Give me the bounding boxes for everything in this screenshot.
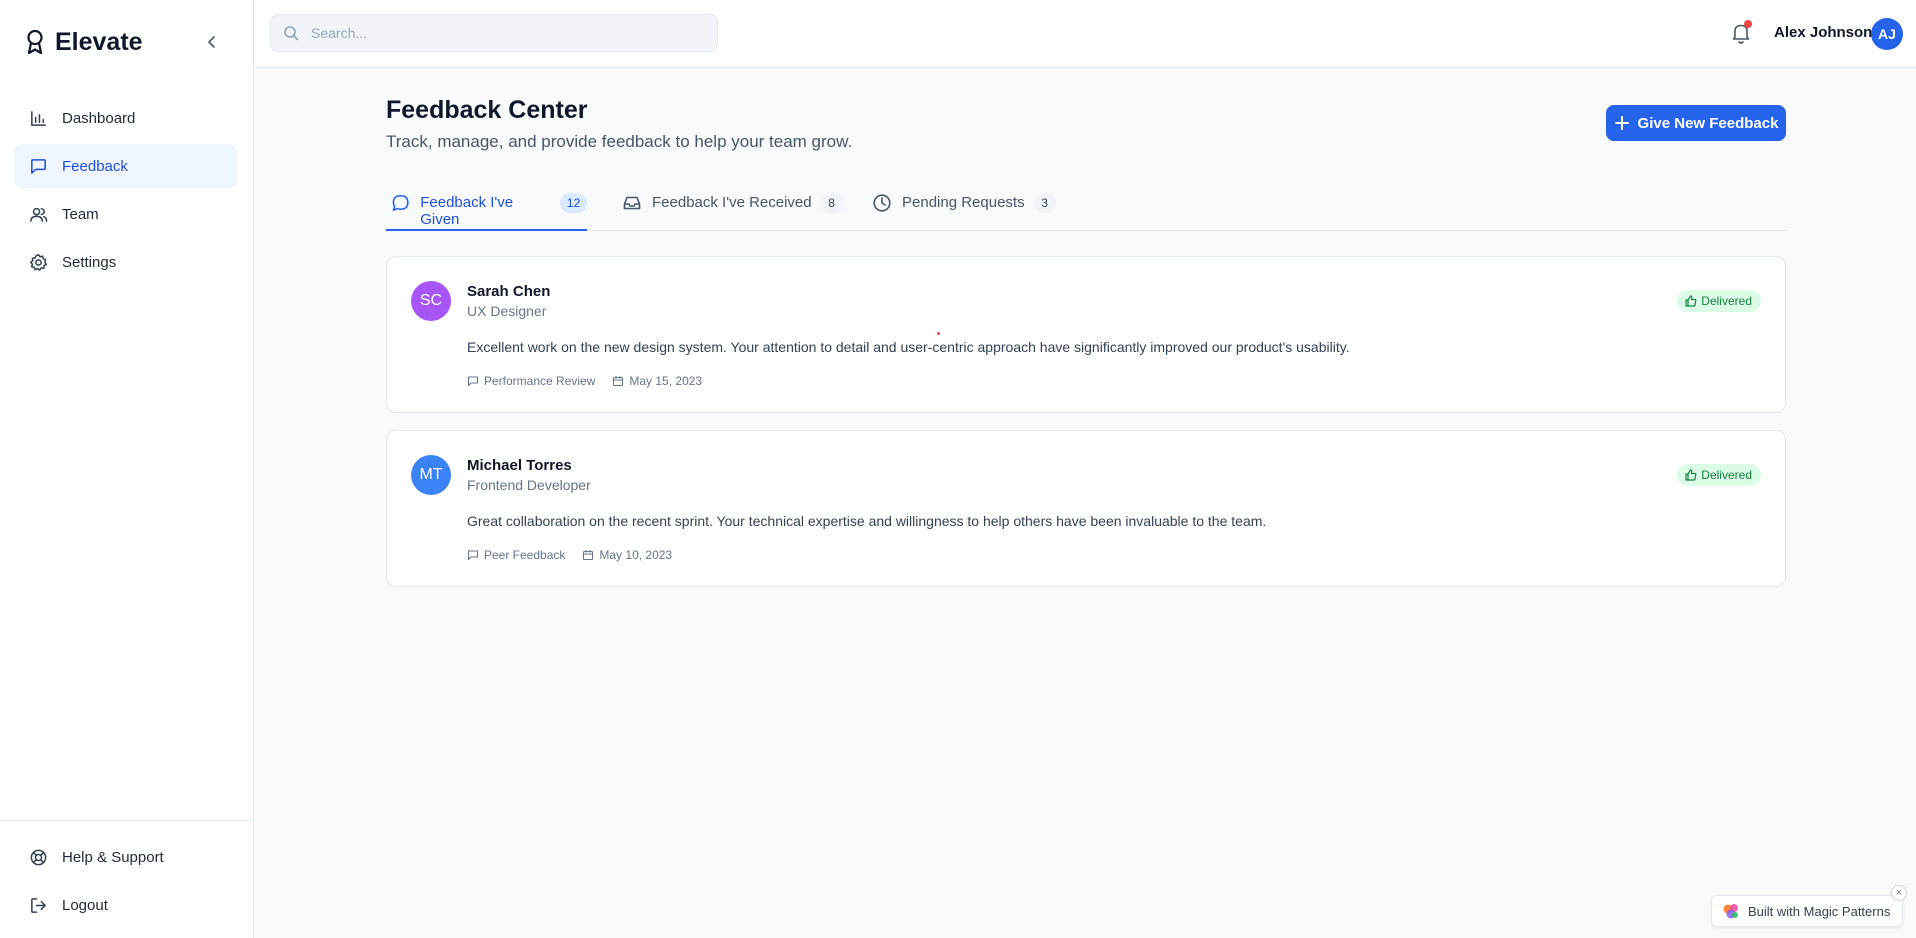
user-name[interactable]: Alex Johnson xyxy=(1774,24,1872,41)
sidebar-item-label: Help & Support xyxy=(62,848,164,866)
inbox-icon xyxy=(623,196,641,210)
tab-label: Pending Requests xyxy=(902,194,1025,211)
close-badge-button[interactable]: × xyxy=(1891,885,1907,901)
sidebar-item-dashboard[interactable]: Dashboard xyxy=(14,96,237,140)
tab-count: 12 xyxy=(560,193,588,213)
calendar-icon xyxy=(613,376,624,387)
feedback-tabs: Feedback I've Given 12 Feedback I've Rec… xyxy=(386,188,1786,231)
feedback-message: Great collaboration on the recent sprint… xyxy=(467,513,1267,529)
built-with-badge[interactable]: Built with Magic Patterns xyxy=(1711,895,1903,927)
recipient-role: UX Designer xyxy=(467,303,547,319)
sidebar-item-label: Team xyxy=(62,205,99,223)
status-badge: Delivered xyxy=(1677,464,1761,486)
award-icon xyxy=(27,29,43,55)
magic-patterns-logo-icon xyxy=(1723,904,1738,919)
feedback-meta: Performance Review May 15, 2023 xyxy=(467,374,719,388)
top-header: Alex Johnson AJ xyxy=(255,0,1916,68)
gear-icon xyxy=(29,253,48,271)
feedback-date-label: May 10, 2023 xyxy=(599,548,673,562)
chevron-left-icon xyxy=(208,36,215,48)
tab-label: Feedback I've Received xyxy=(652,194,812,211)
search-input[interactable] xyxy=(311,25,691,41)
tab-count: 8 xyxy=(820,193,843,213)
tab-feedback-given[interactable]: Feedback I've Given 12 xyxy=(386,188,588,231)
page-title: Feedback Center xyxy=(386,96,588,124)
search-icon xyxy=(284,26,299,41)
app-name: Elevate xyxy=(55,27,143,56)
feedback-type-label: Peer Feedback xyxy=(484,548,566,562)
notification-dot xyxy=(1744,20,1752,28)
collapse-sidebar-button[interactable] xyxy=(200,30,224,54)
notifications-button[interactable] xyxy=(1729,20,1753,46)
feedback-date: May 10, 2023 xyxy=(582,548,672,562)
sidebar-item-label: Settings xyxy=(62,253,117,271)
search-box[interactable] xyxy=(270,14,718,52)
avatar: MT xyxy=(411,455,451,495)
tab-count: 3 xyxy=(1033,193,1056,213)
message-square-icon xyxy=(467,376,479,387)
sidebar-item-logout[interactable]: Logout xyxy=(14,883,240,927)
clock-icon xyxy=(873,194,891,212)
sidebar-footer: Help & Support Logout xyxy=(0,820,254,931)
cursor-marker xyxy=(937,332,940,335)
feedback-date: May 15, 2023 xyxy=(612,374,702,388)
status-badge: Delivered xyxy=(1677,290,1761,312)
message-circle-icon xyxy=(392,195,409,211)
recipient-role: Frontend Developer xyxy=(467,477,591,493)
recipient-name: Sarah Chen xyxy=(467,283,551,300)
sidebar-item-label: Logout xyxy=(62,896,108,914)
feedback-meta: Peer Feedback May 10, 2023 xyxy=(467,548,689,562)
sidebar-item-feedback[interactable]: Feedback xyxy=(14,144,237,188)
sidebar-item-label: Feedback xyxy=(62,157,128,175)
sidebar: Elevate Dashboard Feedback Team Settings… xyxy=(0,0,254,938)
recipient-name: Michael Torres xyxy=(467,457,572,474)
users-icon xyxy=(30,207,48,222)
feedback-message: Excellent work on the new design system.… xyxy=(467,339,1350,355)
feedback-type: Peer Feedback xyxy=(467,548,565,562)
feedback-date-label: May 15, 2023 xyxy=(629,374,703,388)
feedback-type: Performance Review xyxy=(467,374,595,388)
life-buoy-icon xyxy=(30,849,47,865)
sidebar-item-help[interactable]: Help & Support xyxy=(14,835,240,879)
thumbs-up-icon xyxy=(1685,469,1697,481)
thumbs-up-icon xyxy=(1685,295,1697,307)
feedback-type-label: Performance Review xyxy=(484,374,596,388)
brand[interactable]: Elevate xyxy=(24,26,143,58)
sidebar-nav: Dashboard Feedback Team Settings xyxy=(14,96,237,288)
calendar-icon xyxy=(583,550,594,561)
feedback-card[interactable]: SC Sarah Chen UX Designer Delivered Exce… xyxy=(386,256,1786,413)
tab-label: Feedback I've Given xyxy=(420,194,514,228)
plus-icon xyxy=(1614,116,1629,130)
avatar: SC xyxy=(411,281,451,321)
status-label: Delivered xyxy=(1701,294,1752,308)
built-with-label: Built with Magic Patterns xyxy=(1748,903,1891,919)
tab-feedback-received[interactable]: Feedback I've Received 8 xyxy=(622,188,843,231)
page-subtitle: Track, manage, and provide feedback to h… xyxy=(386,132,853,151)
logout-icon xyxy=(31,897,46,913)
message-square-icon xyxy=(31,158,46,174)
feedback-card[interactable]: MT Michael Torres Frontend Developer Del… xyxy=(386,430,1786,587)
button-label: Give New Feedback xyxy=(1637,114,1779,132)
sidebar-item-team[interactable]: Team xyxy=(14,192,237,236)
give-new-feedback-button[interactable]: Give New Feedback xyxy=(1606,105,1786,141)
sidebar-item-settings[interactable]: Settings xyxy=(14,240,237,284)
sidebar-item-label: Dashboard xyxy=(62,109,136,127)
bar-chart-icon xyxy=(31,110,46,126)
status-label: Delivered xyxy=(1701,468,1752,482)
tab-pending-requests[interactable]: Pending Requests 3 xyxy=(872,188,1056,231)
avatar[interactable]: AJ xyxy=(1871,18,1903,50)
message-square-icon xyxy=(467,550,479,561)
